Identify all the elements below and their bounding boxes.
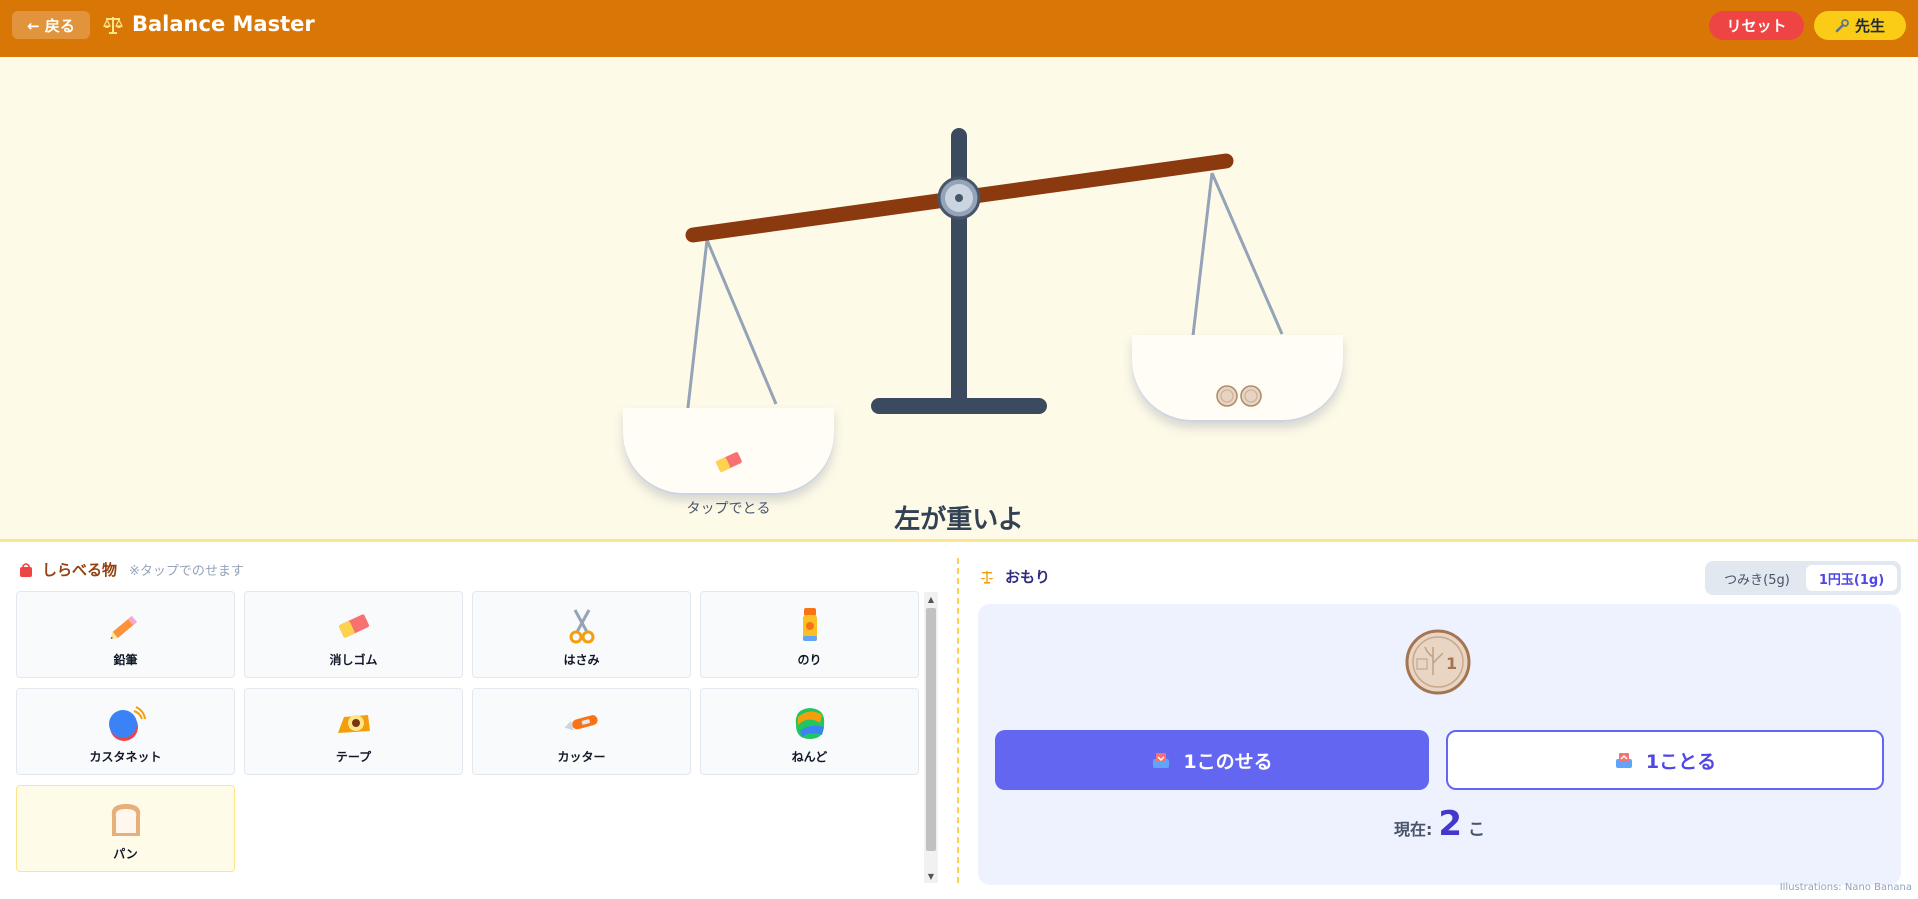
- remove-one-label: 1ことる: [1645, 750, 1717, 773]
- castanet-icon: [108, 706, 146, 741]
- illustration-credit: Illustrations: Nano Banana: [1779, 882, 1912, 893]
- item-card-clay[interactable]: ねんど: [700, 688, 919, 775]
- scroll-thumb[interactable]: [926, 608, 936, 851]
- weights-title: おもり: [1005, 568, 1051, 586]
- weight-type-toggle: つみき(5g) 1円玉(1g): [1705, 561, 1901, 595]
- weights-header: おもり: [979, 566, 1050, 587]
- item-card-bread[interactable]: パン: [16, 785, 235, 872]
- add-one-label: 1このせる: [1183, 750, 1273, 773]
- item-card-scissors[interactable]: はさみ: [472, 591, 691, 678]
- left-pan[interactable]: [623, 408, 834, 495]
- weight-count: 現在: 2 こ: [978, 804, 1901, 844]
- items-header: しらべる物 ※タップでのせます: [18, 559, 244, 580]
- reset-button[interactable]: リセット: [1709, 11, 1804, 40]
- item-card-castanet[interactable]: カスタネット: [16, 688, 235, 775]
- eraser-icon: [338, 614, 369, 638]
- item-label: 消しゴム: [329, 653, 378, 667]
- item-label: テープ: [335, 750, 372, 764]
- add-one-weight-button[interactable]: 1このせる: [995, 730, 1429, 790]
- balance-scale-icon: [980, 570, 994, 584]
- tab-block-weight[interactable]: つみき(5g): [1709, 565, 1805, 591]
- scroll-up-arrow-icon[interactable]: ▲: [924, 592, 938, 606]
- outbox-tray-icon: [1615, 753, 1632, 768]
- app-header: ← 戻る Balance Master リセット 先生: [0, 0, 1918, 57]
- tab-one-yen-weight[interactable]: 1円玉(1g): [1806, 565, 1897, 591]
- one-yen-coin-icon: [1216, 385, 1238, 407]
- teacher-label: 先生: [1854, 17, 1885, 35]
- one-yen-coin-icon: 1: [1405, 629, 1471, 695]
- tape-icon: [337, 715, 370, 733]
- balance-status: 左が重いよ: [894, 505, 1024, 535]
- item-card-cutter[interactable]: カッター: [472, 688, 691, 775]
- weight-card: 1 1このせる 1ことる 現在: 2 こ: [978, 604, 1901, 885]
- item-card-eraser[interactable]: 消しゴム: [244, 591, 463, 678]
- scale-post: [951, 128, 967, 408]
- items-title: しらべる物: [42, 561, 118, 579]
- count-value: 2: [1438, 804, 1463, 844]
- remove-one-weight-button[interactable]: 1ことる: [1446, 730, 1884, 790]
- item-label: はさみ: [563, 653, 600, 667]
- teacher-button[interactable]: 先生: [1814, 11, 1906, 40]
- item-label: パン: [113, 847, 138, 861]
- right-pan[interactable]: [1132, 335, 1343, 422]
- count-unit: こ: [1468, 820, 1486, 840]
- bread-icon: [111, 804, 140, 836]
- items-subtitle: ※タップでのせます: [129, 564, 244, 579]
- clay-icon: [795, 708, 824, 739]
- item-label: のり: [797, 653, 822, 667]
- scroll-down-arrow-icon[interactable]: ▼: [924, 869, 938, 883]
- one-yen-coin-icon: [1240, 385, 1262, 407]
- pencil-icon: [110, 615, 137, 639]
- bag-icon: [20, 562, 32, 577]
- item-card-pencil[interactable]: 鉛筆: [16, 591, 235, 678]
- item-card-tape[interactable]: テープ: [244, 688, 463, 775]
- panel-divider: [957, 558, 959, 883]
- balance-scale-icon: [103, 17, 123, 34]
- svg-text:1: 1: [1446, 654, 1457, 673]
- eraser-icon: [716, 452, 742, 472]
- items-scrollbar[interactable]: ▲ ▼: [924, 592, 938, 883]
- item-label: 鉛筆: [113, 653, 138, 667]
- back-button[interactable]: ← 戻る: [12, 11, 90, 39]
- item-label: ねんど: [791, 750, 828, 764]
- glue-icon: [802, 608, 817, 641]
- item-label: カッター: [557, 750, 606, 764]
- wrench-icon: [1835, 18, 1849, 32]
- scale-area: タップでとる 左が重いよ: [0, 57, 1918, 540]
- item-label: カスタネット: [89, 750, 162, 764]
- inbox-tray-icon: [1153, 753, 1170, 768]
- scissors-icon: [569, 609, 594, 644]
- cutter-icon: [564, 715, 598, 731]
- count-label: 現在:: [1393, 820, 1433, 839]
- item-card-glue[interactable]: のり: [700, 591, 919, 678]
- control-panel: しらべる物 ※タップでのせます 鉛筆 消しゴム はさみ のり カスタネット テー…: [0, 542, 1918, 899]
- app-title: Balance Master: [132, 12, 315, 36]
- balance-scale: [685, 128, 1284, 417]
